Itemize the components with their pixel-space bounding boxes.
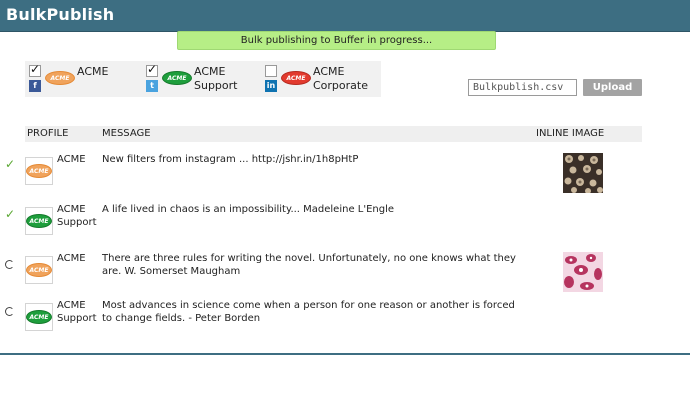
avatar: ACME: [25, 157, 53, 185]
profile-option-acme-support[interactable]: ✓ t ACME ACME Support: [142, 61, 259, 97]
acme-logo: ACME: [162, 71, 192, 85]
col-inline-image: INLINE IMAGE: [536, 128, 605, 139]
row-profile-name: ACME: [57, 253, 86, 264]
spinner-icon: [5, 260, 14, 269]
inline-image-thumbnail: [563, 252, 603, 292]
upload-button[interactable]: Upload: [583, 79, 642, 96]
progress-banner: Bulk publishing to Buffer in progress...: [177, 31, 496, 50]
acme-logo: ACME: [281, 71, 311, 85]
profile-checkbox[interactable]: ✓: [146, 62, 158, 77]
facebook-icon: f: [29, 80, 41, 92]
spinner-icon: [5, 307, 14, 316]
avatar: ACME: [25, 303, 53, 331]
profile-option-acme[interactable]: ✓ f ACME ACME: [25, 61, 140, 97]
profile-name: ACME Corporate: [313, 65, 368, 92]
linkedin-icon: in: [265, 80, 277, 92]
row-message: There are three rules for writing the no…: [102, 253, 516, 277]
inline-image-thumbnail: [563, 153, 603, 193]
footer-divider: [0, 353, 690, 355]
acme-logo: ACME: [45, 71, 75, 85]
row-message: A life lived in chaos is an impossibilit…: [102, 204, 395, 215]
check-icon: ✓: [5, 207, 16, 221]
profile-option-acme-corporate[interactable]: in ACME ACME Corporate: [261, 61, 381, 97]
twitter-icon: t: [146, 80, 158, 92]
row-message: Most advances in science come when a per…: [102, 300, 515, 324]
col-message: MESSAGE: [102, 128, 151, 139]
table-header: PROFILE MESSAGE INLINE IMAGE: [25, 126, 642, 142]
csv-file-input[interactable]: Bulkpublish.csv: [468, 79, 577, 96]
row-profile-name: ACME Support: [57, 204, 97, 228]
avatar: ACME: [25, 256, 53, 284]
profile-checkbox[interactable]: [265, 65, 277, 77]
check-icon: ✓: [30, 62, 41, 76]
row-profile-name: ACME: [57, 154, 86, 165]
profile-checkbox[interactable]: ✓: [29, 62, 41, 77]
row-profile-name: ACME Support: [57, 300, 97, 324]
check-icon: ✓: [147, 62, 158, 76]
col-profile: PROFILE: [27, 128, 69, 139]
profile-name: ACME Support: [194, 65, 238, 92]
check-icon: ✓: [5, 157, 16, 171]
row-message: New filters from instagram ... http://js…: [102, 154, 359, 165]
profile-name: ACME: [77, 65, 109, 78]
profile-selector: ✓ f ACME ACME ✓ t ACME ACME Support in AC…: [25, 61, 381, 97]
avatar: ACME: [25, 207, 53, 235]
app-title: BulkPublish: [6, 5, 115, 24]
app-header: BulkPublish: [0, 0, 690, 32]
